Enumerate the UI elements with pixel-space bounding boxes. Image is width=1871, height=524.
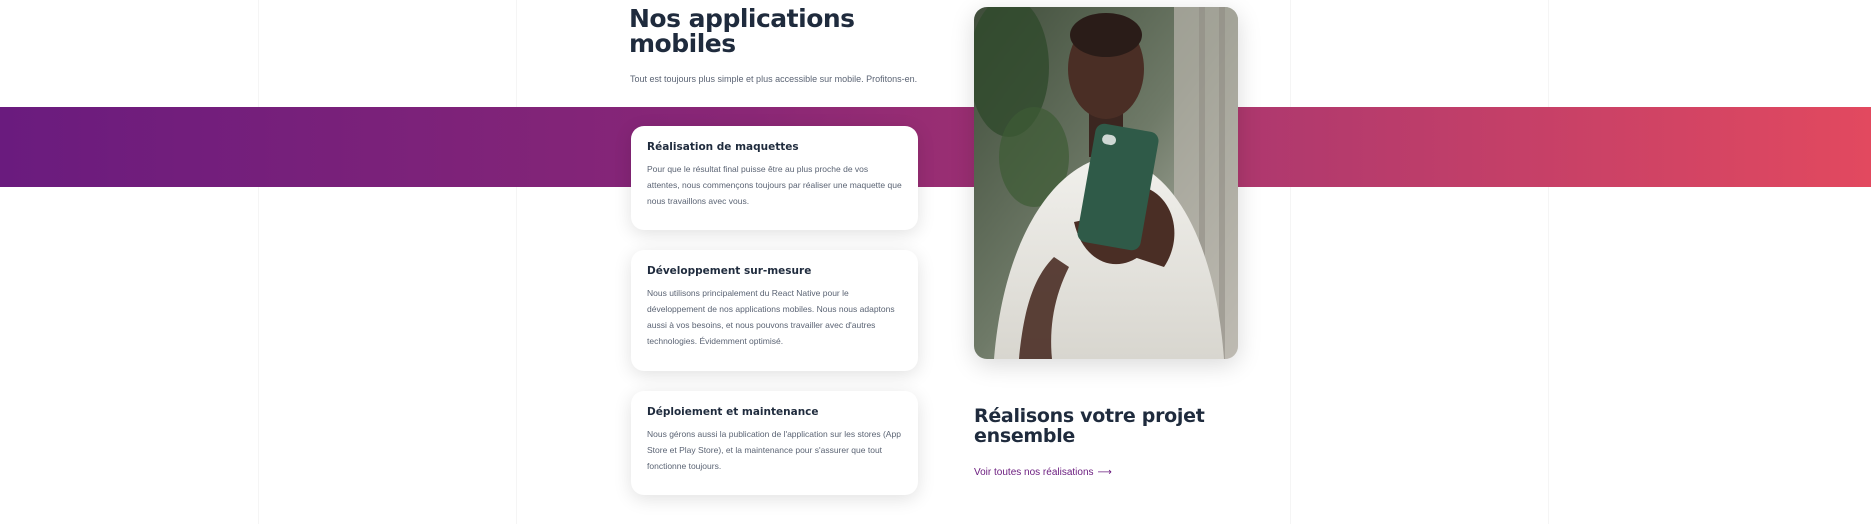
gradient-band <box>0 107 1871 187</box>
background-gridline <box>1548 0 1549 524</box>
background-gridline <box>258 0 259 524</box>
card-text: Pour que le résultat final puisse être a… <box>647 164 902 206</box>
section-title: Nos applications mobiles <box>629 4 855 58</box>
card-title: Réalisation de maquettes <box>647 141 799 153</box>
card-custom-development: Développement sur-mesure Nous utilisons … <box>631 250 918 371</box>
photo-woman-using-phone <box>974 7 1238 359</box>
card-mockups: Réalisation de maquettes Pour que le rés… <box>631 126 918 230</box>
card-deployment-maintenance: Déploiement et maintenance Nous gérons a… <box>631 391 918 495</box>
photo-illustration <box>974 7 1238 359</box>
card-text: Nous utilisons principalement du React N… <box>647 288 895 346</box>
arrow-right-icon: ⟶ <box>1097 467 1112 478</box>
see-all-projects-link[interactable]: Voir toutes nos réalisations ⟶ <box>974 467 1112 478</box>
background-gridline <box>1290 0 1291 524</box>
card-title: Déploiement et maintenance <box>647 406 819 418</box>
card-title: Développement sur-mesure <box>647 265 812 277</box>
cta-link-label: Voir toutes nos réalisations <box>974 467 1094 478</box>
card-text: Nous gérons aussi la publication de l'ap… <box>647 429 901 471</box>
background-gridline <box>516 0 517 524</box>
section-subtitle: Tout est toujours plus simple et plus ac… <box>630 74 918 84</box>
cta-title: Réalisons votre projet ensemble <box>974 405 1205 447</box>
